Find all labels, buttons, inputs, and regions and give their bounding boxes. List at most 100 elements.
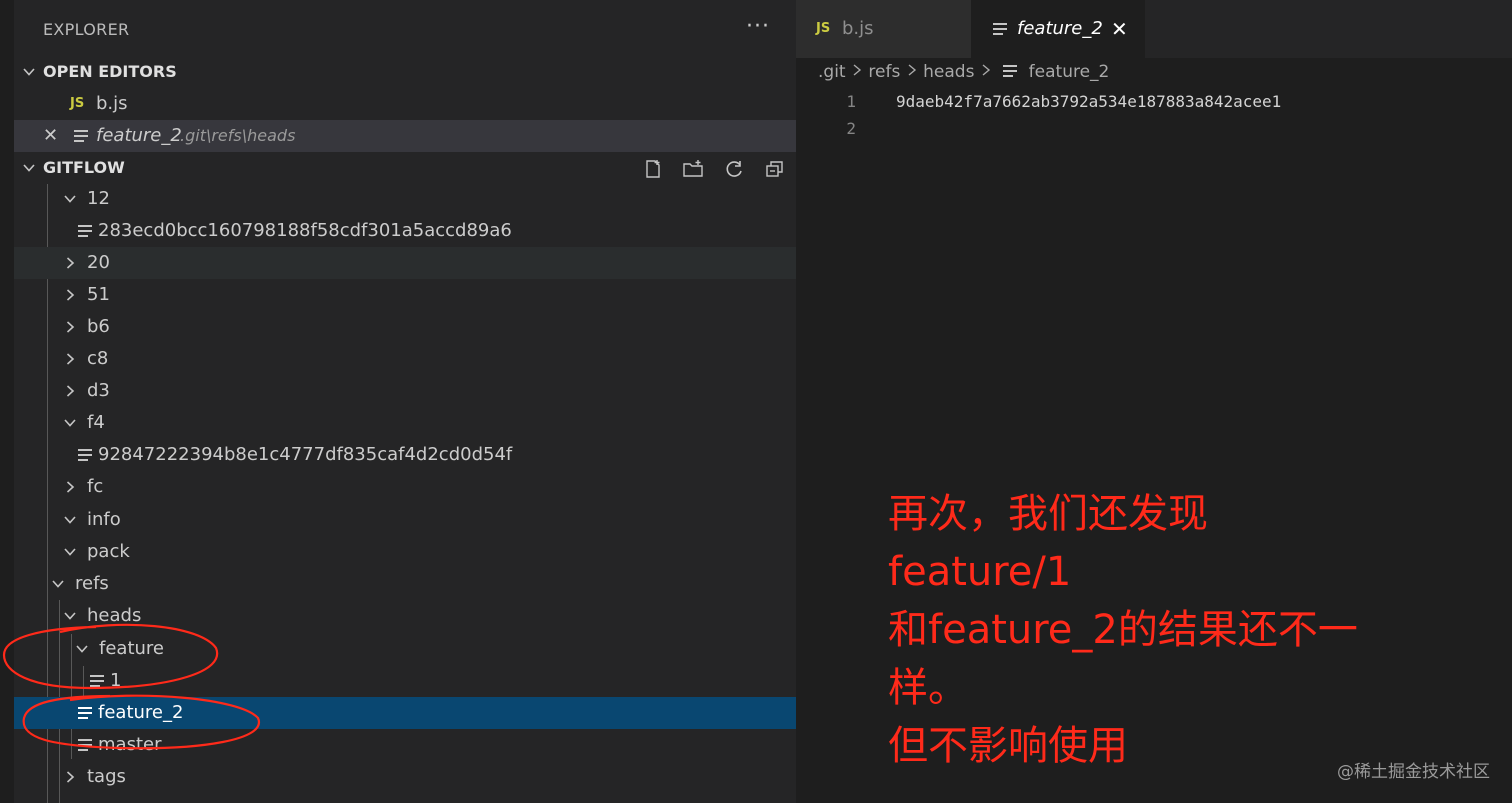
chevron-right-icon xyxy=(61,471,79,505)
tree-item-label: info xyxy=(87,509,121,530)
tree-folder-info[interactable]: info xyxy=(14,504,796,536)
tree-file-feature-2[interactable]: feature_2 xyxy=(14,697,796,729)
tree-folder-20[interactable]: 20 xyxy=(14,247,796,279)
tree-folder-refs[interactable]: refs xyxy=(14,568,796,600)
chevron-right-icon xyxy=(61,247,79,281)
tree-item-label: 51 xyxy=(87,284,110,305)
tree-item-label: c8 xyxy=(87,348,109,369)
tab-label: feature_2 xyxy=(1017,18,1103,39)
open-editors-section-header[interactable]: OPEN EDITORS xyxy=(14,56,796,88)
open-editor-label: feature_2 xyxy=(96,125,182,146)
tree-item-label: 1 xyxy=(110,670,122,691)
text-file-icon xyxy=(993,23,1007,35)
tree-item-label: master xyxy=(98,734,162,755)
tab-bar: JS b.js feature_2 ✕ xyxy=(796,0,1512,58)
tree-item-label: 12 xyxy=(87,188,110,209)
close-icon[interactable]: ✕ xyxy=(43,120,58,152)
close-icon[interactable]: ✕ xyxy=(1111,0,1128,58)
watermark: @稀土掘金技术社区 xyxy=(1337,762,1490,782)
tree-item-label: feature_2 xyxy=(98,702,184,723)
more-actions-icon[interactable]: ··· xyxy=(746,14,770,39)
tree-folder-heads[interactable]: heads xyxy=(14,600,796,632)
tree-item-label: refs xyxy=(75,573,109,594)
open-editor-label: b.js xyxy=(96,93,128,114)
tree-item-label: heads xyxy=(87,605,142,626)
tree-item-label: feature xyxy=(99,638,164,659)
open-editors-label: OPEN EDITORS xyxy=(43,62,177,81)
chevron-down-icon xyxy=(61,536,79,570)
chevron-down-icon xyxy=(61,183,79,217)
tree-file-1[interactable]: 1 xyxy=(14,665,796,697)
tree-folder-c8[interactable]: c8 xyxy=(14,343,796,375)
explorer-header: EXPLORER ··· xyxy=(14,0,796,58)
chevron-right-icon xyxy=(61,311,79,345)
explorer-title: EXPLORER xyxy=(43,20,130,39)
tree-item-label: tags xyxy=(87,766,126,787)
chevron-down-icon xyxy=(20,56,38,90)
open-editor-item-feature-2[interactable]: ✕ feature_2 .git\refs\heads xyxy=(14,120,796,152)
tree-item-label: fc xyxy=(87,476,104,497)
chevron-right-icon xyxy=(906,62,918,82)
tree-file-object[interactable]: 92847222394b8e1c4777df835caf4d2cd0d54f xyxy=(14,439,796,471)
tree-folder-12[interactable]: 12 xyxy=(14,183,796,215)
tab-label: b.js xyxy=(842,18,874,39)
open-editor-path: .git\refs\heads xyxy=(180,126,296,145)
collapse-all-icon[interactable] xyxy=(764,158,786,178)
chevron-right-icon xyxy=(61,343,79,377)
breadcrumb: .git refs heads feature_2 xyxy=(818,58,1109,86)
tree-item-label: f4 xyxy=(87,412,105,433)
tree-folder-pack[interactable]: pack xyxy=(14,536,796,568)
breadcrumb-item[interactable]: heads xyxy=(923,62,974,82)
tab-bjs[interactable]: JS b.js xyxy=(796,0,971,58)
chevron-right-icon xyxy=(980,62,992,82)
code-text: 9daeb42f7a7662ab3792a534e187883a842acee1 xyxy=(896,92,1282,111)
chevron-down-icon xyxy=(20,152,38,186)
chevron-right-icon xyxy=(61,375,79,409)
text-file-icon xyxy=(78,707,92,719)
line-number: 2 xyxy=(846,119,856,138)
tree-item-label: 20 xyxy=(87,252,110,273)
text-file-icon xyxy=(78,225,92,237)
breadcrumb-item[interactable]: refs xyxy=(868,62,900,82)
annotation-line: feature/1 xyxy=(888,549,1072,595)
tree-folder-tags[interactable]: tags xyxy=(14,761,796,793)
window-edge xyxy=(0,0,14,803)
tree-folder-f4[interactable]: f4 xyxy=(14,407,796,439)
chevron-right-icon xyxy=(61,761,79,795)
tree-item-label: d3 xyxy=(87,380,110,401)
tree-item-label: pack xyxy=(87,541,130,562)
tab-feature-2[interactable]: feature_2 ✕ xyxy=(971,0,1145,58)
open-editor-item-bjs[interactable]: JS b.js xyxy=(14,88,796,120)
annotation-line: 样。 xyxy=(888,665,968,711)
gitflow-section-header[interactable]: GITFLOW xyxy=(14,152,796,184)
tree-folder-51[interactable]: 51 xyxy=(14,279,796,311)
new-file-icon[interactable] xyxy=(642,158,664,178)
new-folder-icon[interactable] xyxy=(682,158,704,178)
text-file-icon xyxy=(78,739,92,751)
js-file-icon: JS xyxy=(70,96,85,111)
gitflow-actions xyxy=(626,152,786,184)
refresh-icon[interactable] xyxy=(724,158,746,178)
tree-item-label: 92847222394b8e1c4777df835caf4d2cd0d54f xyxy=(98,444,513,465)
text-file-icon xyxy=(78,449,92,461)
breadcrumb-item[interactable]: .git xyxy=(818,62,846,82)
annotation-note: 再次，我们还发现 feature/1 和feature_2的结果还不一 样。 但… xyxy=(888,485,1418,775)
tree-file-master[interactable]: master xyxy=(14,729,796,761)
breadcrumb-item[interactable]: feature_2 xyxy=(1029,62,1110,82)
line-number: 1 xyxy=(846,92,856,111)
tree-folder-fc[interactable]: fc xyxy=(14,471,796,503)
chevron-right-icon xyxy=(851,62,863,82)
explorer-sidebar: EXPLORER ··· OPEN EDITORS JS b.js ✕ feat… xyxy=(14,0,796,803)
chevron-down-icon xyxy=(61,504,79,538)
tree-file-object[interactable]: 283ecd0bcc160798188f58cdf301a5accd89a6 xyxy=(14,215,796,247)
chevron-down-icon xyxy=(73,633,91,667)
tree-folder-d3[interactable]: d3 xyxy=(14,375,796,407)
tree-item-label: b6 xyxy=(87,316,110,337)
annotation-line: 再次，我们还发现 xyxy=(888,491,1208,537)
tree-folder-b6[interactable]: b6 xyxy=(14,311,796,343)
chevron-down-icon xyxy=(61,600,79,634)
tree-folder-feature[interactable]: feature xyxy=(14,633,796,665)
tree-item-label: 283ecd0bcc160798188f58cdf301a5accd89a6 xyxy=(98,220,512,241)
text-file-icon xyxy=(90,675,104,687)
annotation-line: 和feature_2的结果还不一 xyxy=(888,607,1358,653)
